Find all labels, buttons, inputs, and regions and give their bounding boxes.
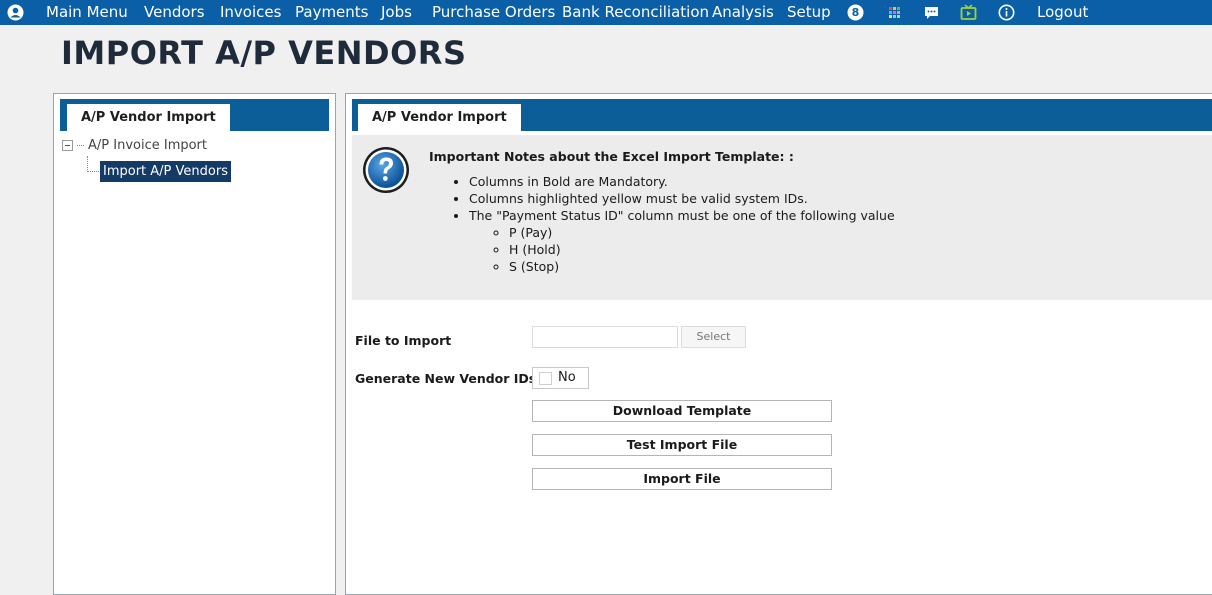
notes-sublist: P (Pay) H (Hold) S (Stop) [469,224,895,275]
notes-subitem: S (Stop) [509,258,895,275]
checkbox-icon[interactable] [539,372,552,385]
notes-subitem: H (Hold) [509,241,895,258]
logout-link[interactable]: Logout [1037,0,1088,25]
generate-vendor-ids-toggle[interactable]: No [532,367,589,389]
test-import-file-button[interactable]: Test Import File [532,434,832,456]
tab-ap-vendor-import-right[interactable]: A/P Vendor Import [358,104,521,131]
notes-box: Important Notes about the Excel Import T… [352,135,1212,300]
right-panel: A/P Vendor Import Important Notes about … [345,93,1212,595]
left-panel-header: A/P Vendor Import [60,99,329,131]
notes-item-text: The "Payment Status ID" column must be o… [469,208,895,223]
notes-item: The "Payment Status ID" column must be o… [469,207,895,275]
nav-purchase-orders[interactable]: Purchase Orders [432,0,555,25]
tree-item-label: A/P Invoice Import [88,138,207,153]
right-panel-header: A/P Vendor Import [352,99,1212,131]
user-icon[interactable] [7,4,24,21]
nav-bank-reconciliation[interactable]: Bank Reconciliation [562,0,709,25]
nav-jobs[interactable]: Jobs [381,0,412,25]
generate-vendor-ids-label: Generate New Vendor IDs? [355,371,550,386]
collapse-icon[interactable] [62,140,73,151]
question-icon [363,147,409,193]
chat-icon[interactable] [923,4,940,21]
notes-subitem: P (Pay) [509,224,895,241]
select-file-button[interactable]: Select [681,326,746,348]
notes-list: Columns in Bold are Mandatory. Columns h… [429,173,895,275]
badge-count: 8 [851,6,860,19]
nav-payments[interactable]: Payments [295,0,368,25]
nav-vendors[interactable]: Vendors [144,0,205,25]
tree-item-ap-invoice-import[interactable]: A/P Invoice Import [62,138,207,153]
page-title: IMPORT A/P VENDORS [61,34,467,72]
notes-title: Important Notes about the Excel Import T… [429,149,794,164]
download-template-button[interactable]: Download Template [532,400,832,422]
info-icon[interactable] [998,4,1015,21]
tree-connector [77,145,84,146]
apps-grid-icon[interactable] [886,4,903,21]
tree-item-import-ap-vendors[interactable]: Import A/P Vendors [100,161,231,182]
import-file-button[interactable]: Import File [532,468,832,490]
tree-connector-horizontal [87,171,99,172]
nav-main-menu[interactable]: Main Menu [46,0,128,25]
generate-vendor-ids-text: Generate New Vendor IDs [355,371,537,386]
nav-analysis[interactable]: Analysis [712,0,774,25]
left-panel: A/P Vendor Import A/P Invoice Import Imp… [53,93,336,595]
top-nav: Main Menu Vendors Invoices Payments Jobs… [0,0,1212,25]
file-to-import-label: File to Import [355,333,452,348]
tree-connector-vertical [87,156,89,172]
tab-ap-vendor-import-left[interactable]: A/P Vendor Import [67,104,230,131]
toggle-value: No [558,370,576,385]
notes-item: Columns in Bold are Mandatory. [469,173,895,190]
tv-icon[interactable] [960,4,977,21]
nav-setup[interactable]: Setup [787,0,831,25]
file-to-import-input[interactable] [532,326,678,348]
notes-item: Columns highlighted yellow must be valid… [469,190,895,207]
nav-invoices[interactable]: Invoices [220,0,281,25]
badge-icon[interactable]: 8 [847,4,864,21]
